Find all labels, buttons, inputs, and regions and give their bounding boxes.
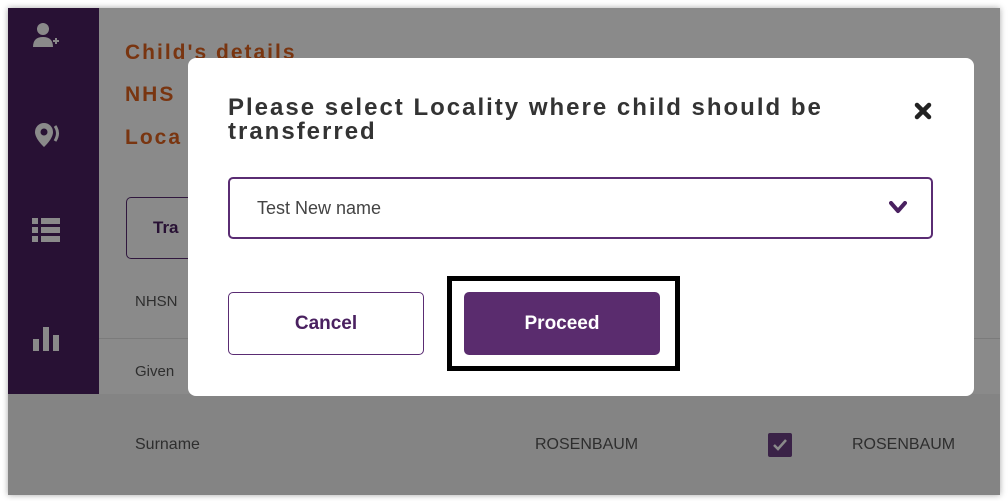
modal-title: Please select Locality where child shoul… bbox=[228, 94, 823, 145]
cancel-button[interactable]: Cancel bbox=[228, 292, 424, 355]
locality-transfer-modal: Please select Locality where child shoul… bbox=[188, 58, 974, 396]
close-icon[interactable] bbox=[908, 96, 938, 126]
proceed-highlight bbox=[447, 276, 680, 371]
chevron-down-icon bbox=[889, 201, 907, 213]
locality-select-value: Test New name bbox=[257, 197, 382, 218]
app-window: Child's details NHS Loca Tra NHSN Given … bbox=[8, 8, 1000, 495]
locality-select[interactable]: Test New name bbox=[228, 177, 933, 239]
